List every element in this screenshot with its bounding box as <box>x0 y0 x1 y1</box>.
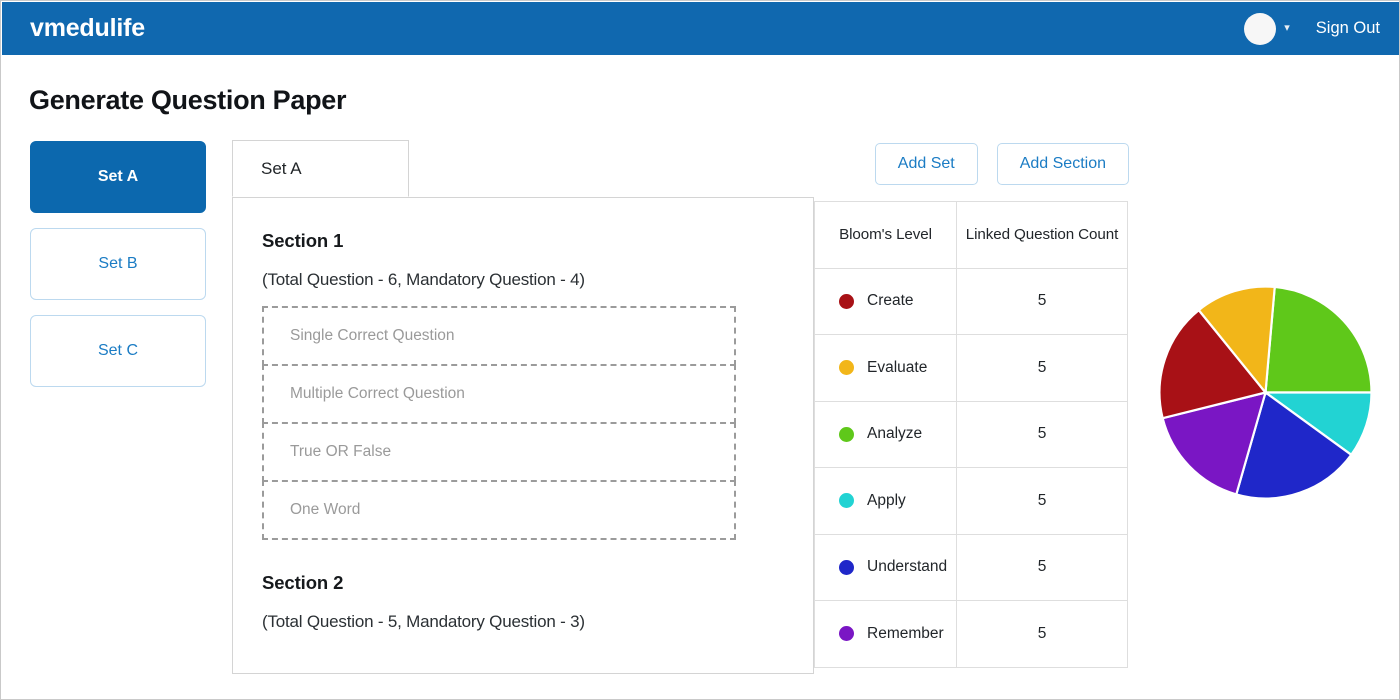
table-header-row: Bloom's Level Linked Question Count <box>815 202 1128 269</box>
bloom-level-label: Apply <box>867 492 906 510</box>
tab-strip: Set A Add Set Add Section <box>232 140 1129 198</box>
sidebar-item-label: Set B <box>98 255 137 273</box>
table-header: Bloom's Level Linked Question Count <box>815 202 1128 269</box>
linked-question-count-cell: 5 <box>957 401 1128 468</box>
section-content-card: Section 1 (Total Question - 6, Mandatory… <box>232 197 814 674</box>
set-selector-rail: Set A Set B Set C <box>30 141 206 402</box>
linked-question-count-cell: 5 <box>957 335 1128 402</box>
sidebar-item-set-a[interactable]: Set A <box>30 141 206 213</box>
sidebar-item-label: Set A <box>98 168 138 186</box>
tab-label: Set A <box>261 159 302 179</box>
linked-question-count-cell: 5 <box>957 534 1128 601</box>
table-row: Remember 5 <box>815 601 1128 668</box>
question-type-multiple-correct[interactable]: Multiple Correct Question <box>262 364 736 424</box>
question-type-label: Multiple Correct Question <box>290 385 465 403</box>
bloom-level-label: Remember <box>867 625 944 643</box>
question-type-single-correct[interactable]: Single Correct Question <box>262 306 736 366</box>
sidebar-item-set-c[interactable]: Set C <box>30 315 206 387</box>
level-color-dot-icon <box>839 560 854 575</box>
section-2-meta: (Total Question - 5, Mandatory Question … <box>262 612 813 632</box>
question-type-true-or-false[interactable]: True OR False <box>262 422 736 482</box>
section-2-title: Section 2 <box>262 572 813 594</box>
app-window: vmedulife ▾ Sign Out Generate Question P… <box>0 0 1400 700</box>
level-color-dot-icon <box>839 427 854 442</box>
bloom-level-table: Bloom's Level Linked Question Count Crea… <box>814 201 1128 668</box>
level-color-dot-icon <box>839 360 854 375</box>
sidebar-item-label: Set C <box>98 342 138 360</box>
question-type-dropzone-list: Single Correct Question Multiple Correct… <box>262 306 736 540</box>
linked-question-count-cell: 5 <box>957 601 1128 668</box>
top-navigation-bar: vmedulife ▾ Sign Out <box>2 2 1400 55</box>
add-section-button[interactable]: Add Section <box>997 143 1129 185</box>
section-1-meta: (Total Question - 6, Mandatory Question … <box>262 270 813 290</box>
table-row: Create 5 <box>815 268 1128 335</box>
level-color-dot-icon <box>839 493 854 508</box>
chevron-down-icon[interactable]: ▾ <box>1284 23 1290 34</box>
tab-set-a[interactable]: Set A <box>232 140 409 197</box>
question-type-label: One Word <box>290 501 360 519</box>
add-set-label: Add Set <box>898 155 955 173</box>
topbar-right-group: ▾ Sign Out <box>1244 13 1380 45</box>
level-color-dot-icon <box>839 294 854 309</box>
section-1-title: Section 1 <box>262 230 813 252</box>
bloom-level-cell: Analyze <box>815 401 957 468</box>
sign-out-link[interactable]: Sign Out <box>1316 19 1380 38</box>
pie-slice-analyze[interactable] <box>1266 287 1372 393</box>
bloom-level-cell: Remember <box>815 601 957 668</box>
bloom-level-label: Evaluate <box>867 359 927 377</box>
level-color-dot-icon <box>839 626 854 641</box>
bloom-level-label: Create <box>867 292 914 310</box>
tab-actions-group: Add Set Add Section <box>875 143 1129 185</box>
table-row: Analyze 5 <box>815 401 1128 468</box>
user-avatar-icon[interactable] <box>1244 13 1276 45</box>
column-header-linked-question-count: Linked Question Count <box>957 202 1128 269</box>
bloom-level-cell: Create <box>815 268 957 335</box>
bloom-distribution-pie-chart <box>1159 286 1372 499</box>
table-body: Create 5 Evaluate 5 Analyz <box>815 268 1128 667</box>
column-header-bloom-level: Bloom's Level <box>815 202 957 269</box>
bloom-level-cell: Apply <box>815 468 957 535</box>
pie-chart-svg <box>1159 286 1372 499</box>
page-title: Generate Question Paper <box>29 85 346 116</box>
bloom-level-cell: Understand <box>815 534 957 601</box>
question-type-one-word[interactable]: One Word <box>262 480 736 540</box>
question-type-label: Single Correct Question <box>290 327 455 345</box>
section-1-block: Section 1 (Total Question - 6, Mandatory… <box>262 230 813 540</box>
linked-question-count-cell: 5 <box>957 268 1128 335</box>
brand-logo[interactable]: vmedulife <box>30 14 145 43</box>
table-row: Understand 5 <box>815 534 1128 601</box>
add-section-label: Add Section <box>1020 155 1106 173</box>
section-2-block: Section 2 (Total Question - 5, Mandatory… <box>262 572 813 632</box>
sidebar-item-set-b[interactable]: Set B <box>30 228 206 300</box>
bloom-level-label: Understand <box>867 558 947 576</box>
add-set-button[interactable]: Add Set <box>875 143 978 185</box>
table-row: Evaluate 5 <box>815 335 1128 402</box>
bloom-level-cell: Evaluate <box>815 335 957 402</box>
linked-question-count-cell: 5 <box>957 468 1128 535</box>
bloom-level-label: Analyze <box>867 425 922 443</box>
question-type-label: True OR False <box>290 443 391 461</box>
table-row: Apply 5 <box>815 468 1128 535</box>
